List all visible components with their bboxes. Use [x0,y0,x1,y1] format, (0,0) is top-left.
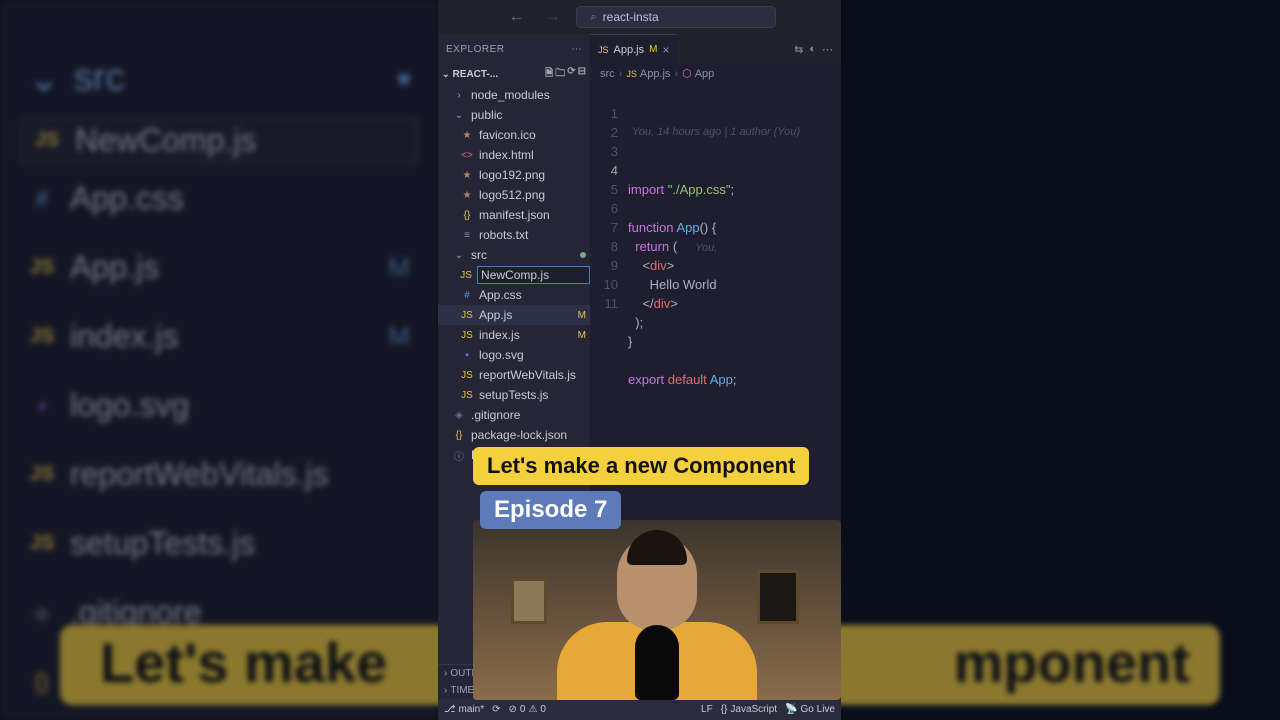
tree-item-public[interactable]: ⌄public [438,105,590,125]
webcam-overlay [473,520,841,700]
tree-item-newcomp-js[interactable]: JS [438,265,590,285]
project-header[interactable]: ⌄ REACT-... 🗎 🗀 ⟳ ⊟ [438,64,590,85]
nav-back-icon[interactable]: ← [504,6,530,28]
search-text: react-insta [603,10,659,24]
explorer-more-icon[interactable]: ⋯ [572,44,583,55]
command-center[interactable]: ⌕ react-insta [576,6,776,28]
collapse-icon[interactable]: ⊟ [578,66,586,83]
js-icon: JS [460,310,474,321]
chevron-right-icon: › [444,685,447,696]
css-icon: # [460,290,474,301]
img-icon: ★ [460,190,474,201]
golive-status[interactable]: 📡 Go Live [785,704,835,715]
tree-item-setuptests-js[interactable]: JSsetupTests.js [438,385,590,405]
search-icon: ⌕ [591,11,597,24]
chevron-down-icon: ⌄ [442,69,450,80]
eol-status[interactable]: LF [701,704,713,715]
html-icon: <> [460,150,474,161]
explorer-title: EXPLORER [446,44,504,55]
img-icon: ★ [460,170,474,181]
lang-status[interactable]: {} JavaScript [721,704,777,715]
git-blame: You, 14 hours ago | 1 author (You) [628,123,841,142]
tree-item-robots-txt[interactable]: ≡robots.txt [438,225,590,245]
compare-icon[interactable]: ⇆ [794,43,803,56]
chevron-icon: ⌄ [452,110,466,121]
js-icon: JS [626,69,637,79]
git-icon: ◈ [452,410,466,421]
tree-item-app-css[interactable]: #App.css [438,285,590,305]
titlebar: ← → ⌕ react-insta [438,0,841,34]
caption-title: Let's make a new Component [473,447,809,485]
tree-item-index-html[interactable]: <>index.html [438,145,590,165]
json-icon: {} [452,430,466,441]
breadcrumb[interactable]: src› JSApp.js› ⬡App [590,64,841,83]
tree-item-logo-svg[interactable]: ▪logo.svg [438,345,590,365]
tree-item-node-modules[interactable]: ›node_modules [438,85,590,105]
new-folder-icon[interactable]: 🗀 [555,66,565,83]
refresh-icon[interactable]: ⟳ [567,66,575,83]
chevron-icon: ⌄ [452,250,466,261]
tab-close-icon[interactable]: × [662,43,669,57]
tab-bar: JS App.js M × ⇆ ◐ ⋯ [590,34,841,64]
nav-forward-icon[interactable]: → [540,6,566,28]
info-icon: ⓘ [452,448,466,463]
json-icon: {} [460,210,474,221]
problems-status[interactable]: ⊘0 ⚠0 [509,704,546,715]
tree-item-app-js[interactable]: JSApp.jsM [438,305,590,325]
new-file-input[interactable] [477,266,590,284]
js-icon: JS [460,370,474,381]
caption-episode: Episode 7 [480,491,621,529]
tree-item-manifest-json[interactable]: {}manifest.json [438,205,590,225]
more-tab-icon[interactable]: ⋯ [822,43,833,56]
chevron-right-icon: › [444,668,447,679]
tree-item-reportwebvitals-js[interactable]: JSreportWebVitals.js [438,365,590,385]
branch-status[interactable]: ⎇ main* [444,704,484,715]
sync-status[interactable]: ⟳ [492,704,500,715]
tree-item--gitignore[interactable]: ◈.gitignore [438,405,590,425]
status-bar: ⎇ main* ⟳ ⊘0 ⚠0 LF {} JavaScript 📡 Go Li… [438,699,841,720]
img-icon: ★ [460,130,474,141]
js-icon: JS [460,270,472,281]
js-icon: JS [460,390,474,401]
tree-item-logo512-png[interactable]: ★logo512.png [438,185,590,205]
tree-item-logo192-png[interactable]: ★logo192.png [438,165,590,185]
tree-item-src[interactable]: ⌄src [438,245,590,265]
tree-item-favicon-ico[interactable]: ★favicon.ico [438,125,590,145]
chevron-icon: › [452,90,466,101]
tree-item-index-js[interactable]: JSindex.jsM [438,325,590,345]
tab-app-js[interactable]: JS App.js M × [590,34,677,64]
js-icon: JS [460,330,474,341]
js-icon: JS [598,45,609,55]
txt-icon: ≡ [460,230,474,241]
new-file-icon[interactable]: 🗎 [545,66,553,83]
svg-icon: ▪ [460,350,474,361]
symbol-icon: ⬡ [682,67,692,80]
toggle-icon[interactable]: ◐ [809,43,816,56]
tree-item-package-lock-json[interactable]: {}package-lock.json [438,425,590,445]
